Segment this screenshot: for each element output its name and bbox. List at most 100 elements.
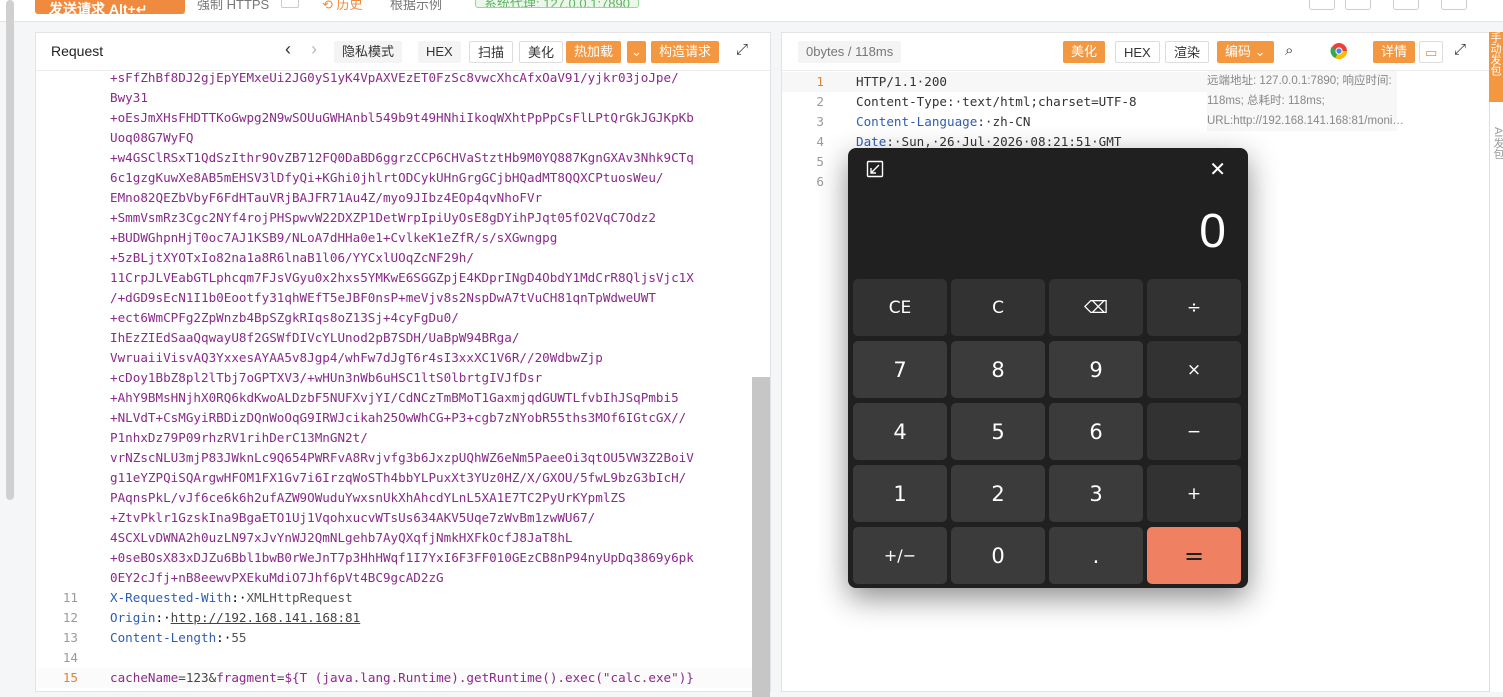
calc-key-8[interactable]: 8 xyxy=(951,341,1045,398)
b64-text: +sFfZhBf8DJ2gjEpYEMxeUi2JG0yS1yK4VpAXVEz… xyxy=(110,70,679,85)
b64-text: P1nhxDz79P09rhzRV1rihDerC13MnGN2t/ xyxy=(110,430,368,445)
response-header: 0bytes / 118ms 美化 HEX 渲染 编码 ⌄ ⌕ 详情 ▭ ⤢ xyxy=(782,33,1490,71)
body-line: 15 cacheName=123&fragment=${T (java.lang… xyxy=(36,668,752,688)
force-https-checkbox[interactable] xyxy=(281,0,299,8)
calc-key-0[interactable]: 0 xyxy=(951,527,1045,584)
side-tab-ai[interactable]: AI发包 xyxy=(1490,127,1503,159)
build-request-button[interactable]: 构造请求 xyxy=(651,41,720,63)
calc-key-decimal[interactable]: . xyxy=(1049,527,1143,584)
calc-key-1[interactable]: 1 xyxy=(853,465,947,522)
b64-text: +BUDWGhpnHjT0oc7AJ1KSB9/NLoA7dHHa0e1+Cvl… xyxy=(110,230,558,245)
response-status: 0bytes / 118ms xyxy=(798,41,902,63)
toolbar-icon-3[interactable] xyxy=(1393,0,1419,10)
chevron-down-icon: ⌄ xyxy=(1254,44,1266,59)
b64-text: +ZtvPklr1GzskIna9BgaETO1Uj1VqohxucvWTsUs… xyxy=(110,510,596,525)
example-link[interactable]: 根据示例 xyxy=(390,0,442,13)
history-label: 历史 xyxy=(336,0,363,12)
calc-key-2[interactable]: 2 xyxy=(951,465,1045,522)
b64-text: +w4GSClRSxT1QdSzIthr9OvZB712FQ0DaBD6ggrz… xyxy=(110,150,694,165)
calc-key-clear[interactable]: C xyxy=(951,279,1045,336)
b64-text: 11CrpJLVEabGTLphcqm7FJsVGyu0x2hxs5YMKwE6… xyxy=(110,270,694,285)
hot-reload-button[interactable]: 热加载 xyxy=(566,41,622,63)
hex-button[interactable]: HEX xyxy=(418,41,461,63)
calc-key-5[interactable]: 5 xyxy=(951,403,1045,460)
chevron-right-icon[interactable]: › xyxy=(311,39,317,60)
header-key: X-Requested-With xyxy=(110,590,232,605)
line-number: 14 xyxy=(62,650,78,665)
origin-link[interactable]: http://192.168.141.168:81 xyxy=(171,610,361,625)
side-tab-manual[interactable]: 手动发包 xyxy=(1489,32,1503,102)
chevron-left-icon[interactable]: ‹ xyxy=(285,39,291,60)
response-meta: 远端地址: 127.0.0.1:7890; 响应时间: 118ms; 总耗时: … xyxy=(1207,71,1404,131)
history-link[interactable]: ⟲ 历史 xyxy=(322,0,363,13)
outer-scrollbar[interactable] xyxy=(6,0,14,500)
b64-text: VwruaiiVisvAQ3YxxesAYAA5v8Jgp4/whFw7dJgT… xyxy=(110,350,603,365)
calc-key-3[interactable]: 3 xyxy=(1049,465,1143,522)
line-number: 2 xyxy=(816,94,824,109)
close-icon[interactable]: ✕ xyxy=(1209,157,1226,182)
render-button[interactable]: 渲染 xyxy=(1165,41,1210,63)
hot-reload-dropdown[interactable]: ⌄ xyxy=(627,41,646,63)
line-number: 3 xyxy=(816,114,824,129)
request-header: Request ‹ › 隐私模式 HEX 扫描 美化 热加载 ⌄ 构造请求 ⤢ xyxy=(36,33,770,71)
calc-key-6[interactable]: 6 xyxy=(1049,403,1143,460)
toolbar-icon-2[interactable] xyxy=(1345,0,1371,10)
expand-icon[interactable]: ⤢ xyxy=(736,41,748,58)
calc-key-7[interactable]: 7 xyxy=(853,341,947,398)
toolbar-icon-4[interactable] xyxy=(1441,0,1467,10)
param-value: 123 xyxy=(185,670,209,685)
line-number: 12 xyxy=(62,610,78,625)
b64-text: vrNZscNLU3mjP83JWknLc9Q654PWRFvA8Rvjvfg3… xyxy=(110,450,694,465)
header-key: Date xyxy=(856,134,887,149)
b64-text: Bwy31 xyxy=(110,90,148,105)
b64-text: +AhY9BMsHNjhX0RQ6kdKwoALDzbF5NUFXvjYI/Cd… xyxy=(110,390,679,405)
calc-key-equals[interactable]: = xyxy=(1147,527,1241,584)
expand-icon[interactable]: ⤢ xyxy=(1454,41,1466,58)
request-scrollbar[interactable] xyxy=(752,377,770,697)
line-number: 1 xyxy=(816,74,824,89)
b64-text: 6c1gzgKuwXe8AB5mEHSV3lDfyQi+KGhi0jhlrtOD… xyxy=(110,170,664,185)
encoding-label: 编码 xyxy=(1225,44,1252,59)
chrome-icon[interactable] xyxy=(1330,42,1348,65)
b64-text: PAqnsPkL/vJf6ce6k6h2ufAZW9OWuduYwxsnUkXh… xyxy=(110,490,626,505)
encoding-dropdown[interactable]: 编码 ⌄ xyxy=(1217,41,1274,63)
b64-text: +0seBOsX83xDJZu6Bbl1bwB0rWeJnT7p3HhHWqf1… xyxy=(110,550,694,565)
request-title: Request xyxy=(51,43,104,59)
b64-text: +5zBLjtXYOTxIo82na1a8R6lnaB1l06/YYCxlUOq… xyxy=(110,250,474,265)
calc-key-ce[interactable]: CE xyxy=(853,279,947,336)
side-strip: AI发包 xyxy=(1489,32,1503,692)
header-key: Content-Length xyxy=(110,630,217,645)
b64-text: 4SCXLvDWNA2h0uzLN97xJvYnWJ2QmNLgehb7AyQX… xyxy=(110,530,573,545)
proxy-badge[interactable]: 系统代理: 127.0.0.1:7890 xyxy=(475,0,639,8)
calc-key-divide[interactable]: ÷ xyxy=(1147,279,1241,336)
calc-key-plus[interactable]: + xyxy=(1147,465,1241,522)
response-hex-button[interactable]: HEX xyxy=(1115,41,1160,63)
calculator-display: 0 xyxy=(1199,205,1226,258)
response-beautify-button[interactable]: 美化 xyxy=(1063,41,1106,63)
b64-text: Uoq08G7WyFQ xyxy=(110,130,194,145)
calc-key-4[interactable]: 4 xyxy=(853,403,947,460)
send-request-button[interactable]: 发送请求 Alt+↵ xyxy=(35,0,185,14)
scan-button[interactable]: 扫描 xyxy=(469,41,514,63)
comment-icon[interactable]: ▭ xyxy=(1419,41,1444,63)
calculator-window: ✕ 0 CE C ⌫ ÷ 7 8 9 × 4 5 6 − 1 2 3 + +/−… xyxy=(848,148,1248,588)
line-number: 4 xyxy=(816,134,824,149)
calc-key-9[interactable]: 9 xyxy=(1049,341,1143,398)
b64-text: +oEsJmXHsFHDTTKoGwpg2N9wSOUuGWHAnbl549b9… xyxy=(110,110,694,125)
beautify-button[interactable]: 美化 xyxy=(519,41,564,63)
search-icon[interactable]: ⌕ xyxy=(1285,42,1293,59)
toolbar-icon-1[interactable] xyxy=(1309,0,1335,10)
calc-key-multiply[interactable]: × xyxy=(1147,341,1241,398)
privacy-mode-button[interactable]: 隐私模式 xyxy=(334,41,403,63)
calc-key-negate[interactable]: +/− xyxy=(853,527,947,584)
status-line-text: HTTP/1.1·200 xyxy=(856,74,947,89)
calc-key-minus[interactable]: − xyxy=(1147,403,1241,460)
calc-key-backspace[interactable]: ⌫ xyxy=(1049,279,1143,336)
param-value: ${T (java.lang.Runtime).getRuntime().exe… xyxy=(284,670,694,685)
details-button[interactable]: 详情 xyxy=(1373,41,1416,63)
line-number: 13 xyxy=(62,630,78,645)
top-toolbar: 发送请求 Alt+↵ 强制 HTTPS ⟲ 历史 根据示例 系统代理: 127.… xyxy=(0,0,1503,22)
header-value: 55 xyxy=(231,630,247,645)
expand-window-icon[interactable] xyxy=(866,160,884,178)
request-panel: Request ‹ › 隐私模式 HEX 扫描 美化 热加载 ⌄ 构造请求 ⤢ … xyxy=(35,32,771,697)
